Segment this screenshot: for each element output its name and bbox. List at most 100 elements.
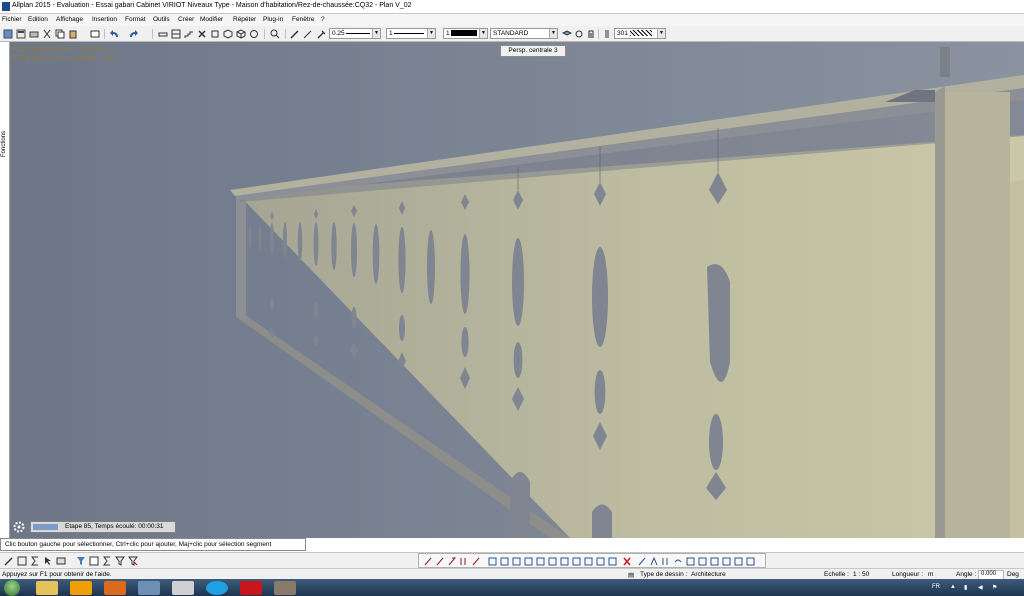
wall-icon[interactable] bbox=[158, 29, 168, 39]
pen-icon[interactable] bbox=[290, 29, 300, 39]
line-type-value: 1 bbox=[389, 30, 393, 37]
view-3d-icon[interactable] bbox=[223, 29, 233, 39]
new-icon[interactable] bbox=[3, 29, 13, 39]
skype-taskbar-icon[interactable] bbox=[206, 581, 228, 595]
menu-affichage[interactable]: Affichage bbox=[56, 16, 83, 23]
chevron-down-icon: ▼ bbox=[372, 29, 380, 38]
render-icon[interactable] bbox=[249, 29, 259, 39]
render-progress-text: Etape 85, Temps écoulé: 00:00:31 bbox=[65, 523, 164, 530]
pen-thickness-select[interactable]: 0.25 ▼ bbox=[329, 28, 381, 39]
flag-icon[interactable]: ⚑ bbox=[992, 584, 997, 591]
pen-thickness-value: 0.25 bbox=[332, 30, 345, 37]
filter-funnel-icon[interactable] bbox=[115, 556, 125, 566]
allplan-logo-icon bbox=[2, 2, 10, 11]
rtoi-elapsed: RTOI Elapsed time : 00:00:31 bbox=[12, 46, 108, 53]
window-element-icon[interactable] bbox=[171, 29, 181, 39]
rtoi-next-update: RTOI Time to next update : 1.3 s bbox=[12, 55, 119, 62]
app-taskbar-icon[interactable] bbox=[274, 581, 296, 595]
network-icon[interactable]: ▮ bbox=[964, 584, 967, 591]
acrobat-taskbar-icon[interactable] bbox=[240, 581, 262, 595]
angle-label: Angle : bbox=[956, 571, 977, 578]
print-icon[interactable] bbox=[29, 29, 39, 39]
menu-insertion[interactable]: Insertion bbox=[92, 16, 117, 23]
perspective-viewport[interactable] bbox=[10, 42, 1024, 538]
tools-icon[interactable] bbox=[197, 29, 207, 39]
chevron-down-icon: ▼ bbox=[427, 29, 435, 38]
hatch-format-select[interactable]: 301 ▼ bbox=[614, 28, 666, 39]
firefox-taskbar-icon[interactable] bbox=[104, 581, 126, 595]
toolbar-separator bbox=[264, 29, 265, 39]
select-pen-icon[interactable] bbox=[4, 556, 14, 566]
paste-icon[interactable] bbox=[68, 29, 78, 39]
eyedropper-icon[interactable] bbox=[316, 29, 326, 39]
status-help-text: Appuyez sur F1 pour obtenir de l'aide. bbox=[2, 571, 112, 578]
explorer-taskbar-icon[interactable] bbox=[36, 581, 58, 595]
title-bar: Allplan 2015 - Evaluation - Essai gabari… bbox=[0, 0, 1024, 14]
menu-repeter[interactable]: Répéter bbox=[233, 16, 256, 23]
toolbar-separator bbox=[152, 29, 153, 39]
toolbar-separator bbox=[104, 29, 105, 39]
stairs-icon[interactable] bbox=[184, 29, 194, 39]
visibility-icon[interactable] bbox=[574, 29, 584, 39]
layer-settings-icon[interactable] bbox=[562, 29, 572, 39]
menu-outils[interactable]: Outils bbox=[153, 16, 170, 23]
scale-value[interactable]: 1 : 50 bbox=[853, 571, 869, 578]
select-arrow-icon[interactable] bbox=[43, 556, 53, 566]
length-label: Longueur : bbox=[892, 571, 924, 578]
save-icon[interactable] bbox=[16, 29, 26, 39]
drawing-type-label: Type de dessin : bbox=[640, 571, 688, 578]
network-taskbar-icon[interactable] bbox=[138, 581, 160, 595]
select-sum-icon[interactable] bbox=[30, 556, 40, 566]
layout-icon[interactable] bbox=[90, 29, 100, 39]
line-type-select[interactable]: 1 ▼ bbox=[386, 28, 436, 39]
layer-value: STANDARD bbox=[493, 30, 529, 37]
menu-format[interactable]: Format bbox=[125, 16, 146, 23]
view-name-tooltip: Persp. centrale 3 bbox=[500, 45, 566, 57]
functions-side-panel[interactable]: Fonctions bbox=[0, 42, 10, 538]
start-button-icon[interactable] bbox=[4, 580, 20, 596]
menu-fichier[interactable]: Fichier bbox=[2, 16, 22, 23]
volume-icon[interactable]: ◀ bbox=[978, 584, 983, 591]
tray-arrow-icon[interactable]: ▲ bbox=[950, 584, 956, 590]
menu-edition[interactable]: Edition bbox=[28, 16, 48, 23]
redo-icon[interactable] bbox=[128, 29, 138, 39]
media-player-taskbar-icon[interactable] bbox=[70, 581, 92, 595]
cube-icon[interactable] bbox=[236, 29, 246, 39]
menu-plugin[interactable]: Plug-in bbox=[263, 16, 283, 23]
object-icon[interactable] bbox=[210, 29, 220, 39]
render-progress: Etape 85, Temps écoulé: 00:00:31 bbox=[30, 521, 176, 533]
format-property-icon[interactable] bbox=[602, 29, 612, 39]
language-indicator[interactable]: FR bbox=[932, 584, 940, 590]
copy-icon[interactable] bbox=[55, 29, 65, 39]
menu-creer[interactable]: Créer bbox=[178, 16, 194, 23]
filter-sum-icon[interactable] bbox=[102, 556, 112, 566]
system-tray: FR ▲ ▮ ◀ ⚑ bbox=[928, 581, 1024, 595]
allplan-taskbar-icon[interactable] bbox=[172, 581, 194, 595]
hatch-format-value: 301 bbox=[617, 30, 628, 37]
menu-fenetre[interactable]: Fenêtre bbox=[292, 16, 314, 23]
edit-commands-icons bbox=[424, 556, 755, 566]
color-select[interactable]: 1 ▼ bbox=[443, 28, 488, 39]
settings-icon[interactable] bbox=[12, 520, 26, 534]
menu-modifier[interactable]: Modifier bbox=[200, 16, 223, 23]
lock-icon[interactable] bbox=[586, 29, 596, 39]
drawing-type-value[interactable]: Architecture bbox=[691, 571, 726, 578]
select-all-icon[interactable] bbox=[56, 556, 66, 566]
menu-help[interactable]: ? bbox=[321, 16, 325, 23]
undo-icon[interactable] bbox=[110, 29, 120, 39]
chevron-down-icon: ▼ bbox=[549, 29, 557, 38]
line-icon[interactable] bbox=[303, 29, 313, 39]
toolbar-separator bbox=[598, 29, 599, 39]
angle-unit[interactable]: Deg bbox=[1007, 571, 1019, 578]
filter-icon[interactable] bbox=[76, 556, 86, 566]
layer-select[interactable]: STANDARD ▼ bbox=[490, 28, 558, 39]
scale-label: Echelle : bbox=[824, 571, 849, 578]
select-window-icon[interactable] bbox=[17, 556, 27, 566]
zoom-icon[interactable] bbox=[270, 29, 280, 39]
filter-view-icon[interactable] bbox=[89, 556, 99, 566]
filter-clear-icon[interactable] bbox=[128, 556, 138, 566]
edit-commands-toolbar bbox=[418, 553, 766, 568]
length-unit[interactable]: m bbox=[928, 571, 933, 578]
render-progress-bar bbox=[33, 524, 58, 530]
cut-icon[interactable] bbox=[42, 29, 52, 39]
